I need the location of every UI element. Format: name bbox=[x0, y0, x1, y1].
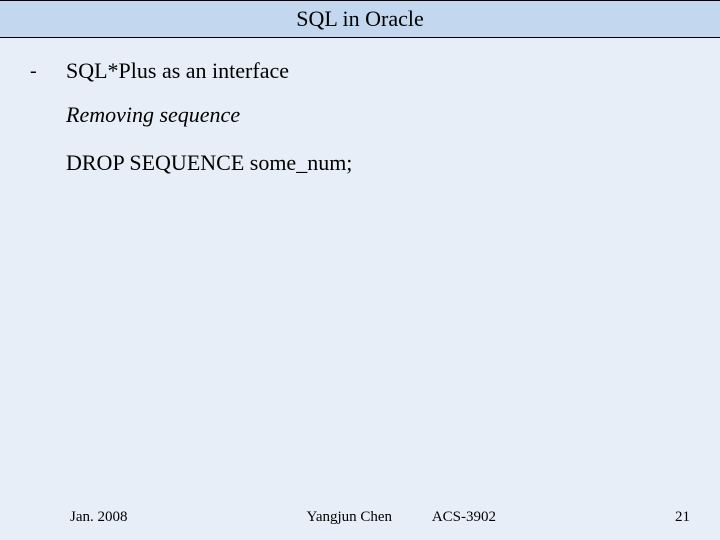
footer-course: ACS-3902 bbox=[432, 509, 496, 525]
footer-date: Jan. 2008 bbox=[70, 509, 128, 526]
slide-content: - SQL*Plus as an interface Removing sequ… bbox=[0, 38, 720, 176]
bullet-marker: - bbox=[30, 58, 44, 84]
footer-center: Yangjun Chen ACS-3902 bbox=[128, 509, 676, 526]
subheading: Removing sequence bbox=[66, 102, 690, 128]
footer-page-number: 21 bbox=[675, 509, 690, 526]
code-line: DROP SEQUENCE some_num; bbox=[66, 150, 690, 176]
bullet-text: SQL*Plus as an interface bbox=[66, 58, 289, 84]
slide-title-bar: SQL in Oracle bbox=[0, 0, 720, 38]
bullet-row: - SQL*Plus as an interface bbox=[30, 58, 690, 84]
slide-title: SQL in Oracle bbox=[296, 6, 423, 32]
footer-author: Yangjun Chen bbox=[306, 509, 392, 525]
slide-footer: Jan. 2008 Yangjun Chen ACS-3902 21 bbox=[0, 509, 720, 526]
indent-block: Removing sequence DROP SEQUENCE some_num… bbox=[66, 102, 690, 176]
